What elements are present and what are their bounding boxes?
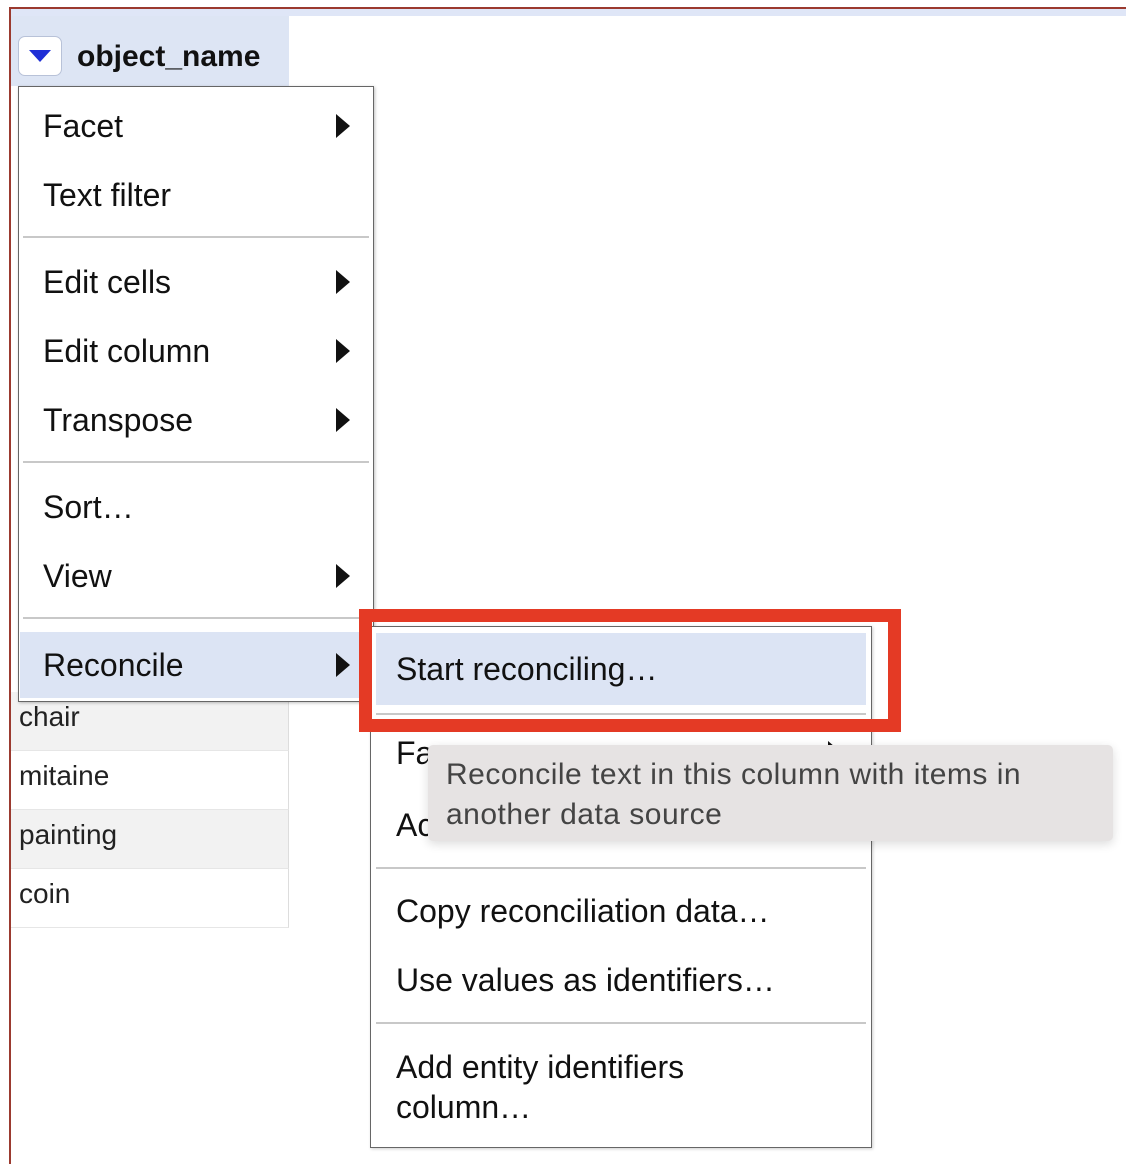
column-menu: Facet Text filter Edit cells Edit column… — [18, 86, 374, 702]
annotation-highlight-box — [359, 609, 901, 732]
submenu-item-copy-reconciliation-data[interactable]: Copy reconciliation data… — [376, 891, 866, 931]
menu-item-edit-column[interactable]: Edit column — [20, 320, 372, 382]
menu-item-reconcile[interactable]: Reconcile — [20, 632, 372, 698]
menu-item-label: Edit cells — [43, 264, 172, 300]
menu-item-label: Transpose — [43, 402, 193, 438]
table-cell[interactable]: painting — [11, 810, 289, 869]
menu-item-label: Sort… — [43, 489, 134, 525]
menu-item-text-filter[interactable]: Text filter — [20, 164, 372, 226]
column-dropdown-button[interactable] — [18, 36, 62, 76]
triangle-down-icon — [29, 50, 51, 62]
column-title: object_name — [77, 40, 261, 73]
submenu-arrow-icon — [336, 564, 350, 588]
menu-separator — [23, 617, 369, 619]
submenu-arrow-icon — [336, 114, 350, 138]
column-header: object_name — [11, 16, 289, 86]
frame-top-band — [11, 9, 1126, 16]
menu-item-label: View — [43, 558, 112, 594]
menu-item-transpose[interactable]: Transpose — [20, 389, 372, 451]
submenu-item-label: Copy reconciliation data… — [396, 893, 770, 929]
submenu-item-add-entity-identifiers[interactable]: Add entity identifiers column… — [376, 1047, 796, 1127]
submenu-arrow-icon — [336, 408, 350, 432]
menu-item-edit-cells[interactable]: Edit cells — [20, 251, 372, 313]
table-cell[interactable]: mitaine — [11, 751, 289, 810]
submenu-separator — [376, 867, 866, 869]
table-cell[interactable]: coin — [11, 869, 289, 928]
column-cells: chair mitaine painting coin — [11, 692, 289, 928]
submenu-item-use-values-as-identifiers[interactable]: Use values as identifiers… — [376, 960, 866, 1000]
menu-item-view[interactable]: View — [20, 545, 372, 607]
submenu-arrow-icon — [336, 653, 350, 677]
menu-item-facet[interactable]: Facet — [20, 95, 372, 157]
menu-item-label: Edit column — [43, 333, 211, 369]
menu-item-sort[interactable]: Sort… — [20, 476, 372, 538]
submenu-item-label: Add entity identifiers column… — [396, 1049, 685, 1125]
menu-item-label: Reconcile — [43, 647, 184, 683]
menu-separator — [23, 461, 369, 463]
submenu-arrow-icon — [336, 270, 350, 294]
menu-item-label: Facet — [43, 108, 124, 144]
menu-item-label: Text filter — [43, 177, 172, 213]
submenu-arrow-icon — [336, 339, 350, 363]
menu-separator — [23, 236, 369, 238]
submenu-item-label: Use values as identifiers… — [396, 962, 775, 998]
frame-left-border — [9, 7, 11, 1164]
submenu-separator — [376, 1022, 866, 1024]
tooltip: Reconcile text in this column with items… — [428, 745, 1113, 841]
